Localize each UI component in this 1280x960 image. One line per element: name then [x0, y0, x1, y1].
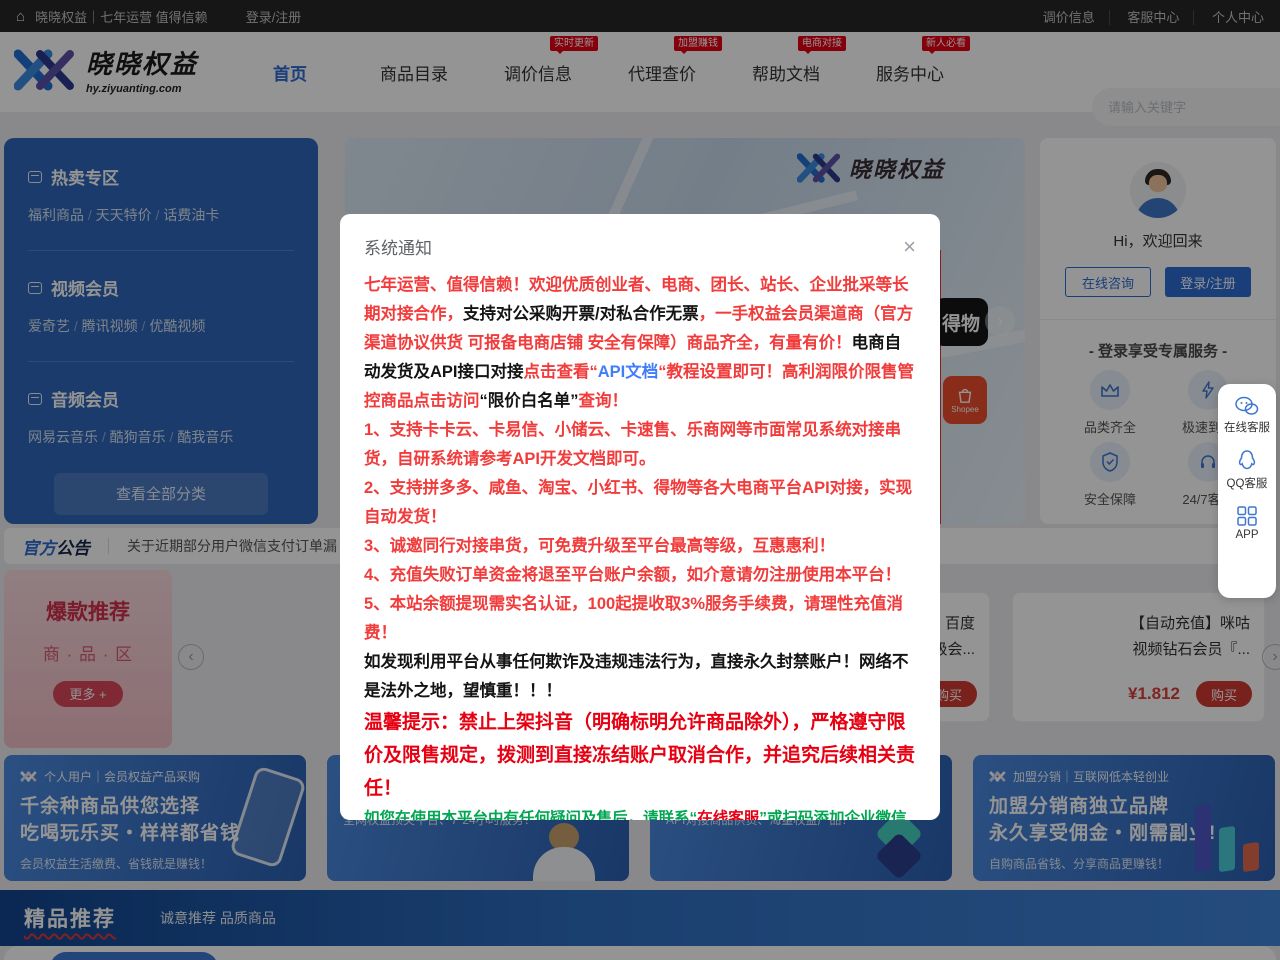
notice-item: 3、诚邀同行对接串货，可免费升级至平台最高等级，互惠惠利！ [364, 532, 916, 561]
online-service-link[interactable]: 在线客服 [697, 810, 759, 820]
notice-intro-paragraph: 七年运营、值得信赖！欢迎优质创业者、电商、团长、站长、企业批采等长期对接合作，支… [364, 271, 916, 416]
notice-item: 1、支持卡卡云、卡易信、小储云、卡速售、乐商网等市面常见系统对接串货，自研系统请… [364, 416, 916, 474]
modal-title: 系统通知 [364, 234, 432, 259]
notice-item: 5、本站余额提现需实名认证，100起提收取3%服务手续费，请理性充值消费！ [364, 590, 916, 648]
wechat-icon [1235, 396, 1259, 416]
notice-support-paragraph: 如您在使用本平台中有任何疑问及售后，请联系“在线客服”或扫码添加企业微信客服咨询… [364, 805, 916, 820]
qq-icon [1238, 450, 1256, 472]
floating-service-bar: 在线客服 QQ客服 APP [1218, 384, 1276, 598]
modal-body: 七年运营、值得信赖！欢迎优质创业者、电商、团长、站长、企业批采等长期对接合作，支… [364, 271, 916, 820]
app-download-item[interactable]: APP [1235, 506, 1258, 541]
qq-service-item[interactable]: QQ客服 [1227, 450, 1268, 491]
online-service-item[interactable]: 在线客服 [1224, 396, 1270, 435]
page: ⌂ 晓晓权益｜七年运营 值得信赖 登录/注册 调价信息 客服中心 个人中心 晓晓… [0, 0, 1280, 960]
app-grid-icon [1237, 506, 1257, 526]
system-notice-modal: 系统通知 × 七年运营、值得信赖！欢迎优质创业者、电商、团长、站长、企业批采等长… [340, 214, 940, 820]
notice-item: 2、支持拼多多、咸鱼、淘宝、小红书、得物等各大电商平台API对接，实现自动发货！ [364, 474, 916, 532]
notice-item: 4、充值失败订单资金将退至平台账户余额，如介意请勿注册使用本平台！ [364, 561, 916, 590]
close-icon[interactable]: × [903, 236, 916, 258]
api-docs-link[interactable]: API文档 [598, 363, 659, 381]
notice-warm-tip: 温馨提示：禁止上架抖音（明确标明允许商品除外），严格遵守限价及限售规定，拨测到直… [364, 706, 916, 805]
notice-warning-black: 如发现利用平台从事任何欺诈及违规违法行为，直接永久封禁账户！网络不是法外之地，望… [364, 648, 916, 706]
